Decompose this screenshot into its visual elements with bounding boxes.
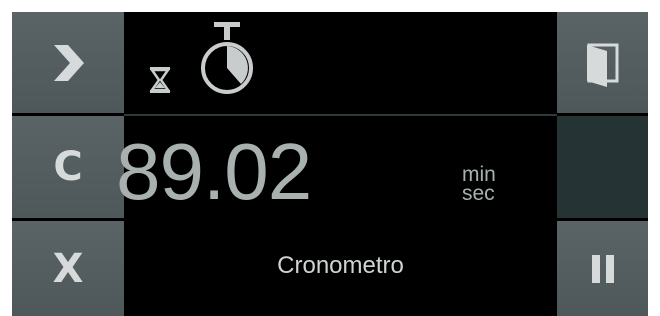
clear-button-label: C xyxy=(53,144,83,190)
next-button[interactable] xyxy=(12,12,124,113)
pause-button[interactable] xyxy=(557,221,648,316)
exit-button[interactable] xyxy=(557,12,648,113)
stopwatch-icon xyxy=(201,22,253,94)
time-units: min sec xyxy=(462,164,496,205)
chevron-right-icon xyxy=(54,44,84,81)
door-icon xyxy=(586,43,618,87)
timer-icon-area xyxy=(124,12,557,114)
clear-button[interactable]: C xyxy=(12,116,124,218)
right-button-column xyxy=(557,12,648,316)
cancel-button-label: X xyxy=(52,245,84,292)
time-display: 89.02 xyxy=(116,127,312,216)
hourglass-icon xyxy=(149,67,171,93)
pause-icon xyxy=(591,254,614,283)
cancel-button[interactable]: X xyxy=(12,221,124,316)
display-divider xyxy=(124,114,557,116)
left-button-column: C X xyxy=(12,12,124,316)
device-screen: C X 89.02 min sec Cronometro xyxy=(12,12,648,316)
empty-button-slot xyxy=(557,116,648,218)
unit-seconds: sec xyxy=(462,182,495,205)
mode-label: Cronometro xyxy=(277,252,404,279)
